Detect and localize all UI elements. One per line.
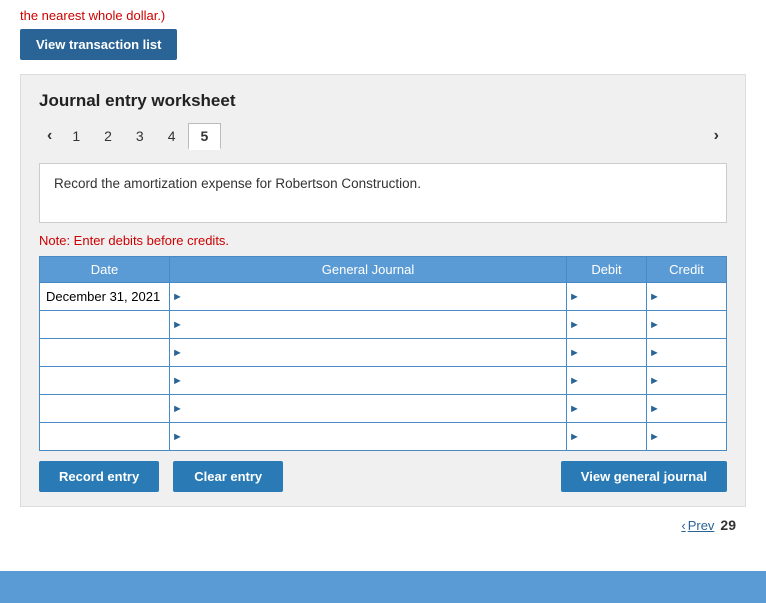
credit-input-2[interactable] xyxy=(647,311,726,338)
gj-input-4[interactable] xyxy=(170,367,566,394)
gj-input-3[interactable] xyxy=(170,339,566,366)
credit-cell-1: ► xyxy=(647,283,727,311)
action-buttons-row: Record entry Clear entry View general jo… xyxy=(39,461,727,492)
date-input-1[interactable] xyxy=(40,283,169,310)
credit-input-1[interactable] xyxy=(647,283,726,310)
debit-cell-1: ► xyxy=(567,283,647,311)
date-cell-3 xyxy=(40,339,170,367)
gj-cell-6: ► xyxy=(170,423,567,451)
view-general-journal-button[interactable]: View general journal xyxy=(561,461,727,492)
date-cell-4 xyxy=(40,367,170,395)
table-row: ► ► ► xyxy=(40,311,727,339)
bottom-bar xyxy=(0,571,766,603)
date-cell-1 xyxy=(40,283,170,311)
gj-cell-2: ► xyxy=(170,311,567,339)
credit-cell-6: ► xyxy=(647,423,727,451)
col-header-debit: Debit xyxy=(567,257,647,283)
tabs-row: ‹ 1 2 3 4 5 › xyxy=(39,123,727,149)
worksheet-container: Journal entry worksheet ‹ 1 2 3 4 5 › Re… xyxy=(20,74,746,507)
gj-cell-4: ► xyxy=(170,367,567,395)
gj-input-2[interactable] xyxy=(170,311,566,338)
note-text: Note: Enter debits before credits. xyxy=(39,233,727,248)
debit-input-5[interactable] xyxy=(567,395,646,422)
date-input-2[interactable] xyxy=(40,311,169,338)
credit-cell-2: ► xyxy=(647,311,727,339)
top-note: the nearest whole dollar.) xyxy=(0,0,766,29)
prev-chevron-icon: ‹ xyxy=(681,518,685,533)
debit-input-4[interactable] xyxy=(567,367,646,394)
debit-cell-4: ► xyxy=(567,367,647,395)
record-entry-button[interactable]: Record entry xyxy=(39,461,159,492)
worksheet-title: Journal entry worksheet xyxy=(39,91,727,111)
table-row: ► ► ► xyxy=(40,423,727,451)
tab-2[interactable]: 2 xyxy=(92,124,124,148)
date-cell-6 xyxy=(40,423,170,451)
gj-cell-5: ► xyxy=(170,395,567,423)
tab-5[interactable]: 5 xyxy=(188,123,222,150)
gj-input-6[interactable] xyxy=(170,423,566,450)
clear-entry-button[interactable]: Clear entry xyxy=(173,461,283,492)
tab-4[interactable]: 4 xyxy=(156,124,188,148)
tab-prev-button[interactable]: ‹ xyxy=(39,127,60,145)
view-transaction-button[interactable]: View transaction list xyxy=(20,29,177,60)
table-row: ► ► ► xyxy=(40,395,727,423)
credit-cell-5: ► xyxy=(647,395,727,423)
table-row: ► ► ► xyxy=(40,283,727,311)
table-row: ► ► ► xyxy=(40,367,727,395)
journal-table: Date General Journal Debit Credit ► ► xyxy=(39,256,727,451)
gj-input-5[interactable] xyxy=(170,395,566,422)
page-number: 29 xyxy=(720,517,736,533)
col-header-gj: General Journal xyxy=(170,257,567,283)
debit-input-3[interactable] xyxy=(567,339,646,366)
date-input-5[interactable] xyxy=(40,395,169,422)
tab-1[interactable]: 1 xyxy=(60,124,92,148)
debit-cell-3: ► xyxy=(567,339,647,367)
date-input-4[interactable] xyxy=(40,367,169,394)
credit-input-4[interactable] xyxy=(647,367,726,394)
date-input-6[interactable] xyxy=(40,423,169,450)
gj-input-1[interactable] xyxy=(170,283,566,310)
credit-input-5[interactable] xyxy=(647,395,726,422)
date-cell-2 xyxy=(40,311,170,339)
credit-input-3[interactable] xyxy=(647,339,726,366)
pagination-row: ‹ Prev 29 xyxy=(0,507,766,541)
debit-input-2[interactable] xyxy=(567,311,646,338)
debit-cell-5: ► xyxy=(567,395,647,423)
debit-input-1[interactable] xyxy=(567,283,646,310)
debit-input-6[interactable] xyxy=(567,423,646,450)
col-header-date: Date xyxy=(40,257,170,283)
tab-3[interactable]: 3 xyxy=(124,124,156,148)
tab-next-button[interactable]: › xyxy=(706,127,727,145)
credit-input-6[interactable] xyxy=(647,423,726,450)
instruction-box: Record the amortization expense for Robe… xyxy=(39,163,727,223)
gj-cell-1: ► xyxy=(170,283,567,311)
col-header-credit: Credit xyxy=(647,257,727,283)
credit-cell-3: ► xyxy=(647,339,727,367)
debit-cell-2: ► xyxy=(567,311,647,339)
date-input-3[interactable] xyxy=(40,339,169,366)
debit-cell-6: ► xyxy=(567,423,647,451)
table-row: ► ► ► xyxy=(40,339,727,367)
gj-cell-3: ► xyxy=(170,339,567,367)
prev-button[interactable]: ‹ Prev xyxy=(681,518,714,533)
credit-cell-4: ► xyxy=(647,367,727,395)
date-cell-5 xyxy=(40,395,170,423)
